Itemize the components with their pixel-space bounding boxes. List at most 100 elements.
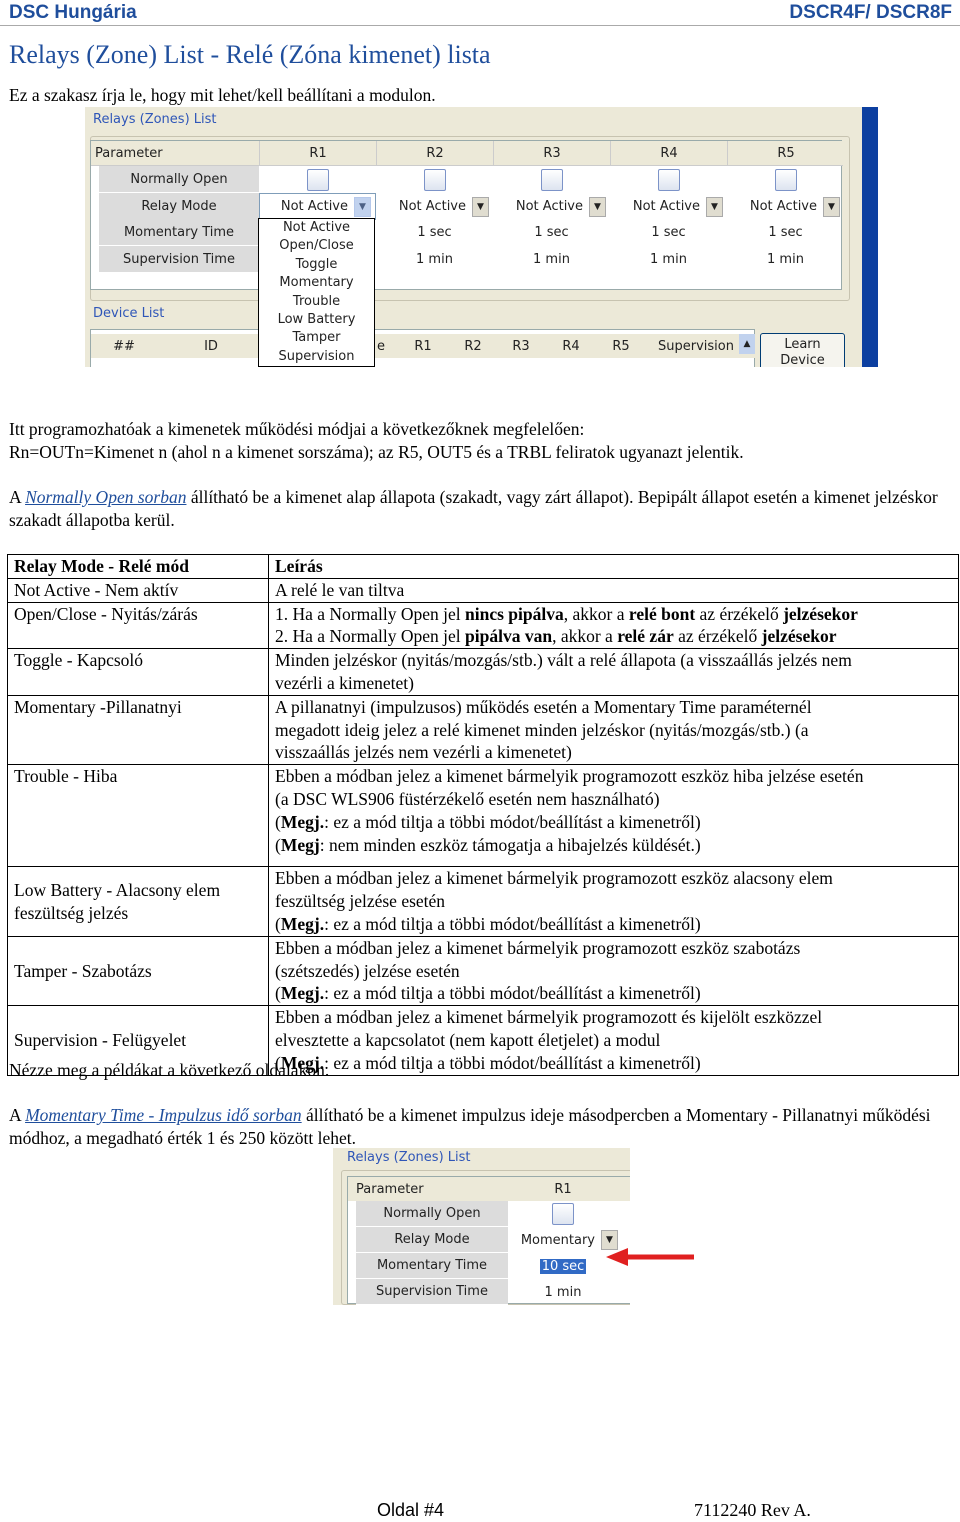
text: : ez a mód tiltja a többi módot/beállítá… [324, 983, 701, 1004]
column-r1: R1 [554, 1181, 572, 1197]
supervision-time-value[interactable]: 1 min [727, 246, 844, 273]
text: A [9, 1105, 26, 1125]
learn-device-button[interactable]: Learn Device [760, 333, 845, 367]
description-line: Ebben a módban jelez a kimenet bármelyik… [275, 1006, 952, 1029]
page-number: Oldal #4 [377, 1500, 445, 1520]
bold-text: jelzésekor [761, 626, 837, 647]
dropdown-option[interactable]: Tamper [259, 329, 374, 347]
bold-text: Megj [280, 834, 320, 855]
text: 1. Ha a Normally Open jel [275, 603, 466, 624]
supervision-time-value[interactable]: 1 min [376, 246, 493, 273]
text: A relé le van tiltva [275, 579, 405, 600]
text: , akkor a [552, 626, 618, 647]
dropdown-option[interactable]: Supervision [259, 348, 374, 366]
description-cell: Ebben a módban jelez a kimenet bármelyik… [268, 764, 959, 868]
dropdown-option[interactable]: Open/Close [259, 237, 374, 255]
chevron-down-icon[interactable]: ▼ [601, 1230, 618, 1250]
text: visszaállás jelzés nem vezérli a kimenet… [275, 742, 572, 763]
text: , akkor a [563, 603, 629, 624]
relay-mode-select[interactable]: Not Active ▼ [259, 193, 376, 220]
dropdown-option[interactable]: Low Battery [259, 311, 374, 329]
bold-text: relé zár [617, 626, 674, 647]
relay-mode-select[interactable]: Not Active ▼ [493, 193, 610, 220]
table-row: Trouble - Hiba Ebben a módban jelez a kim… [7, 764, 959, 868]
chevron-down-icon[interactable]: ▼ [823, 196, 840, 217]
column-header: R3 [493, 141, 610, 166]
text: 2. Ha a Normally Open jel [275, 626, 466, 647]
dropdown-option[interactable]: Not Active [259, 219, 374, 237]
bold-text: relé bont [628, 603, 696, 624]
device-column-header: ## [113, 338, 135, 354]
normally-open-checkbox[interactable] [657, 168, 680, 191]
text: A [9, 487, 26, 507]
description-line: (szétszedés) jelzése esetén [275, 960, 952, 983]
param-header: Parameter [356, 1181, 424, 1197]
momentary-time-value[interactable]: 1 sec [610, 219, 727, 246]
description-line: (a DSC WLS906 füstérzékelő esetén nem ha… [275, 788, 952, 811]
chevron-down-icon[interactable]: ▼ [589, 196, 606, 217]
relay-mode-select[interactable]: Not Active ▼ [610, 193, 727, 220]
momentary-time-value[interactable]: 1 sec [376, 219, 493, 246]
text: Ebben a módban jelez a kimenet bármelyik… [275, 868, 833, 889]
normally-open-link[interactable]: Normally Open sorban [25, 487, 186, 507]
momentary-time-value[interactable]: 1 sec [727, 219, 844, 246]
scroll-up-icon[interactable]: ▲ [739, 334, 755, 354]
relay-mode-cell: Not Active - Nem aktív [7, 577, 269, 603]
description-line: A pillanatnyi (impulzusos) működés eseté… [275, 696, 952, 719]
chevron-down-icon[interactable]: ▼ [706, 196, 723, 217]
para1-line2: Rn=OUTn=Kimenet n (ahol n a kimenet sors… [9, 442, 744, 462]
bold-text: Megj. [280, 983, 325, 1004]
column-header: R1 [259, 141, 376, 166]
normally-open-checkbox[interactable] [540, 168, 563, 191]
description-line: 2. Ha a Normally Open jel pipálva van, a… [275, 625, 952, 648]
device-group-title: Device List [93, 306, 165, 321]
text: Ebben a módban jelez a kimenet bármelyik… [275, 1007, 823, 1028]
param-label: Normally Open [99, 166, 259, 193]
description-line: A relé le van tiltva [275, 579, 952, 602]
table-row: Open/Close - Nyitás/zárás 1. Ha a Normall… [7, 601, 959, 650]
intro-text: Ez a szakasz írja le, hogy mit lehet/kel… [9, 85, 436, 105]
normally-open-checkbox[interactable] [774, 168, 797, 191]
relay-mode-select[interactable]: Momentary ▼ [508, 1227, 618, 1253]
normally-open-checkbox[interactable] [423, 168, 446, 191]
bold-text: nincs pipálva [465, 603, 564, 624]
text: Ebben a módban jelez a kimenet bármelyik… [275, 766, 864, 787]
column-header: R4 [610, 141, 727, 166]
description-cell: Minden jelzéskor (nyitás/mozgás/stb.) vá… [268, 648, 959, 696]
description-cell: A pillanatnyi (impulzusos) működés eseté… [268, 694, 959, 766]
description-line: (Megj.: ez a mód tiltja a többi módot/be… [275, 811, 952, 834]
param-label: Momentary Time [99, 219, 259, 246]
relay-mode-select[interactable]: Not Active ▼ [727, 193, 844, 220]
arrow-icon [606, 1248, 694, 1266]
momentary-time-input[interactable]: 10 sec [539, 1258, 587, 1274]
dropdown-option[interactable]: Trouble [259, 293, 374, 311]
dropdown-option[interactable]: Momentary [259, 274, 374, 292]
normally-open-checkbox[interactable] [306, 168, 329, 191]
chevron-down-icon[interactable]: ▼ [472, 196, 489, 217]
supervision-time-value[interactable]: 1 min [545, 1285, 582, 1300]
chevron-down-icon[interactable]: ▼ [354, 196, 371, 217]
relay-mode-select[interactable]: Not Active ▼ [376, 193, 493, 220]
table-row: Tamper - Szabotázs Ebben a módban jelez a… [7, 935, 959, 1007]
description-line: visszaállás jelzés nem vezérli a kimenet… [275, 741, 952, 764]
dropdown-option[interactable]: Toggle [259, 256, 374, 274]
normally-open-checkbox[interactable] [552, 1203, 574, 1225]
text: Minden jelzéskor (nyitás/mozgás/stb.) vá… [275, 650, 852, 671]
supervision-time-value[interactable]: 1 min [493, 246, 610, 273]
header-left: DSC Hungária [9, 2, 137, 23]
device-column-header: Supervision [658, 338, 734, 354]
text: : nem minden eszköz támogatja a hibajelz… [319, 834, 701, 855]
text: feszültség jelzése esetén [275, 891, 446, 912]
momentary-time-link[interactable]: Momentary Time - Impulzus idő sorban [25, 1105, 302, 1125]
revision: 7112240 Rev A. [694, 1500, 811, 1520]
text: : ez a mód tiltja a többi módot/beállítá… [324, 811, 701, 832]
supervision-time-value[interactable]: 1 min [610, 246, 727, 273]
text: (a DSC WLS906 füstérzékelő esetén nem ha… [275, 788, 660, 809]
text: az érzékelő [695, 603, 784, 624]
relay-mode-value: Not Active [280, 199, 348, 214]
column-header: R5 [727, 141, 844, 166]
bold-text: pipálva van [465, 626, 553, 647]
description-cell: Ebben a módban jelez a kimenet bármelyik… [268, 866, 959, 937]
momentary-time-value[interactable]: 1 sec [493, 219, 610, 246]
text: (szétszedés) jelzése esetén [275, 960, 460, 981]
